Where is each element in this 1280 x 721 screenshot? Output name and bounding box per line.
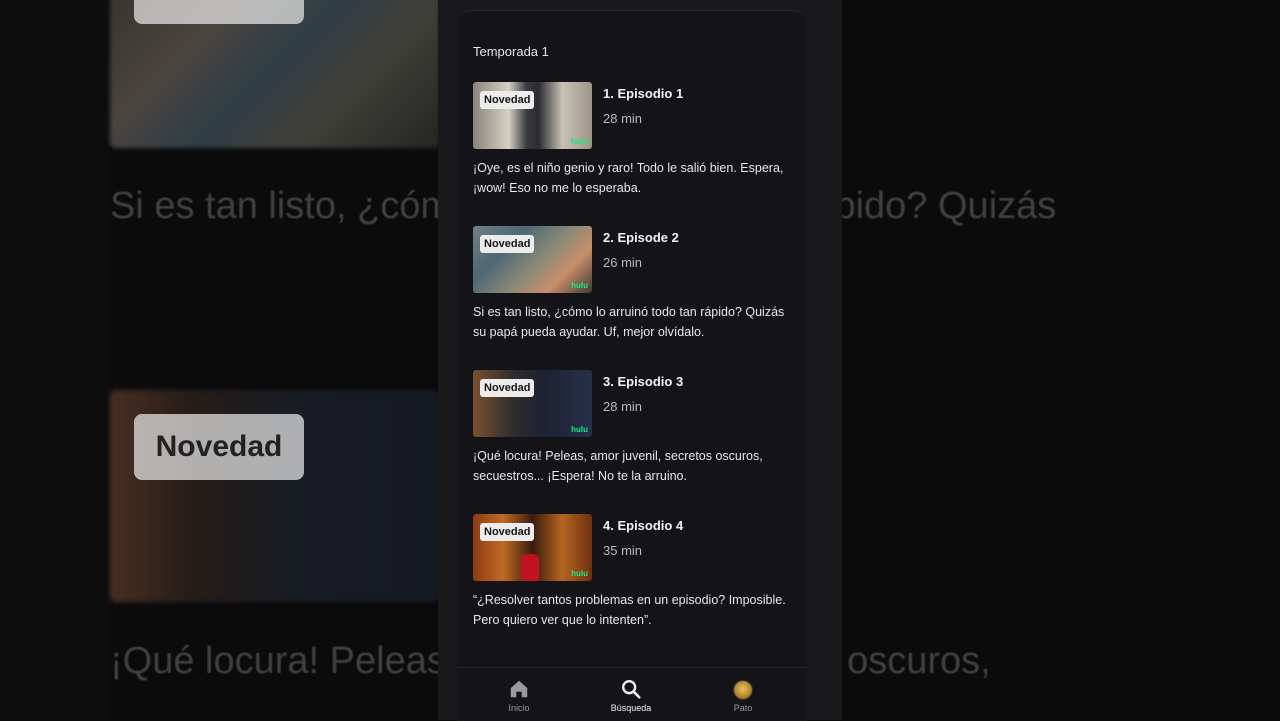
- new-badge: Novedad: [480, 523, 535, 541]
- nav-profile[interactable]: Pato: [703, 678, 783, 713]
- nav-home-label: Inicio: [508, 703, 530, 713]
- episode-duration: 26 min: [603, 255, 643, 270]
- home-icon: [510, 680, 528, 698]
- episodes-panel[interactable]: Temporada 1 Novedad hulu 1. Episodio 1 2…: [457, 10, 807, 721]
- hulu-watermark: hulu: [571, 569, 588, 578]
- nav-search[interactable]: Búsqueda: [591, 678, 671, 713]
- background-badge-1: [134, 0, 304, 24]
- nav-home[interactable]: Inicio: [479, 678, 559, 713]
- episode-duration: 35 min: [603, 543, 643, 558]
- episode-title[interactable]: 1. Episodio 1: [603, 86, 683, 101]
- bottom-navigation: Inicio Búsqueda Pato: [457, 667, 807, 721]
- search-icon: [622, 680, 641, 699]
- episode-thumbnail-2[interactable]: Novedad hulu: [473, 226, 592, 293]
- episode-duration: 28 min: [603, 399, 643, 414]
- new-badge: Novedad: [480, 379, 535, 397]
- episode-title[interactable]: 4. Episodio 4: [603, 518, 683, 533]
- hulu-watermark: hulu: [571, 425, 588, 434]
- new-badge: Novedad: [480, 91, 535, 109]
- background-right: [842, 0, 1280, 720]
- episode-thumbnail-4[interactable]: Novedad hulu: [473, 514, 592, 581]
- episode-thumbnail-1[interactable]: Novedad hulu: [473, 82, 592, 149]
- episode-description: ¡Qué locura! Peleas, amor juvenil, secre…: [473, 449, 763, 483]
- stage-curtain-graphic: [521, 554, 539, 581]
- season-label[interactable]: Temporada 1: [473, 44, 549, 59]
- new-badge: Novedad: [480, 235, 535, 253]
- episode-description: Si es tan listo, ¿cómo lo arruinó todo t…: [473, 305, 785, 339]
- background-left-edge: [0, 0, 110, 720]
- hulu-watermark: hulu: [571, 137, 588, 146]
- phone-screen: Temporada 1 Novedad hulu 1. Episodio 1 2…: [438, 0, 842, 721]
- episode-description: “¿Resolver tantos problemas en un episod…: [473, 593, 786, 627]
- hulu-watermark: hulu: [571, 281, 588, 290]
- nav-search-label: Búsqueda: [610, 703, 652, 713]
- episode-thumbnail-3[interactable]: Novedad hulu: [473, 370, 592, 437]
- background-badge-2: Novedad: [134, 414, 304, 480]
- episode-description: ¡Oye, es el niño genio y raro! Todo le s…: [473, 161, 784, 195]
- nav-profile-label: Pato: [733, 703, 753, 713]
- avatar: [733, 680, 753, 700]
- episode-title[interactable]: 2. Episode 2: [603, 230, 679, 245]
- episode-title[interactable]: 3. Episodio 3: [603, 374, 683, 389]
- episode-duration: 28 min: [603, 111, 643, 126]
